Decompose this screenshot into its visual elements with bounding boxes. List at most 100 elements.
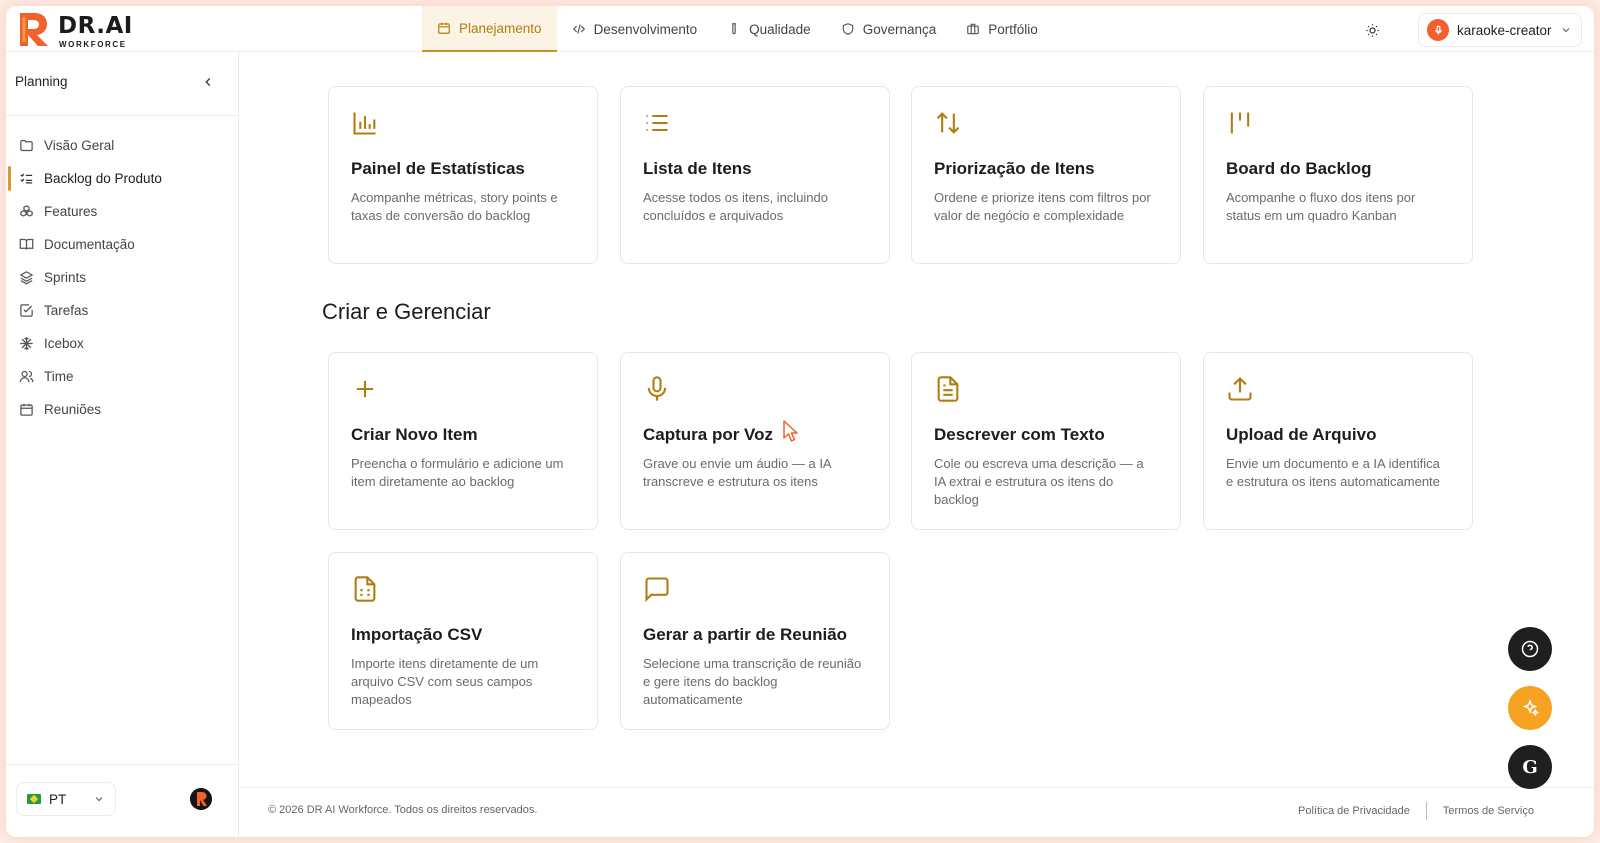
folder-icon: [20, 139, 33, 152]
brand-name: DR.AI: [58, 13, 133, 39]
sidebar-title: Planning: [15, 74, 68, 89]
sidebar-item-label: Backlog do Produto: [44, 171, 162, 186]
sidebar-item-backlog[interactable]: Backlog do Produto: [6, 162, 239, 195]
privacy-link[interactable]: Política de Privacidade: [1298, 805, 1410, 817]
top-bar: DR.AI WORKFORCE Planejamento Desenvolvim…: [6, 6, 1594, 52]
tab-label: Desenvolvimento: [593, 21, 698, 37]
card-board-backlog[interactable]: Board do Backlog Acompanhe o fluxo dos i…: [1203, 86, 1473, 264]
card-description: Grave ou envie um áudio — a IA transcrev…: [643, 456, 831, 489]
sidebar: Planning Visão Geral Backlog do Produto …: [6, 52, 239, 837]
card-description: Acompanhe métricas, story points e taxas…: [351, 190, 558, 223]
app-window: DR.AI WORKFORCE Planejamento Desenvolvim…: [6, 6, 1594, 837]
sidebar-item-documentacao[interactable]: Documentação: [6, 228, 239, 261]
plus-icon: [356, 380, 374, 398]
card-description: Acesse todos os itens, incluindo concluí…: [643, 190, 828, 223]
footer-divider: [1425, 802, 1427, 820]
sidebar-item-label: Time: [44, 369, 74, 384]
list-icon: [646, 114, 668, 132]
file-spreadsheet-icon: [354, 576, 376, 602]
brand-subtitle: WORKFORCE: [59, 40, 127, 49]
mic-icon: [647, 376, 667, 401]
sparkles-icon: [1522, 699, 1539, 717]
test-tube-icon: [732, 23, 736, 35]
card-painel-estatisticas[interactable]: Painel de Estatísticas Acompanhe métrica…: [328, 86, 598, 264]
sidebar-item-features[interactable]: Features: [6, 195, 239, 228]
tab-planejamento[interactable]: Planejamento: [422, 6, 557, 52]
tab-qualidade[interactable]: Qualidade: [712, 6, 826, 52]
boxes-icon: [20, 205, 33, 217]
card-priorizacao-itens[interactable]: Priorização de Itens Ordene e priorize i…: [911, 86, 1181, 264]
square-check-icon: [20, 304, 33, 317]
card-lista-itens[interactable]: Lista de Itens Acesse todos os itens, in…: [620, 86, 890, 264]
card-descrever-texto[interactable]: Descrever com Texto Cole ou escreva uma …: [911, 352, 1181, 530]
sidebar-item-visao-geral[interactable]: Visão Geral: [6, 129, 239, 162]
chevron-down-icon: [1562, 28, 1569, 33]
sidebar-item-reunioes[interactable]: Reuniões: [6, 393, 239, 426]
footer-links: Política de Privacidade Termos de Serviç…: [1298, 802, 1534, 820]
card-captura-voz[interactable]: Captura por Voz Grave ou envie um áudio …: [620, 352, 890, 530]
sidebar-header: Planning: [15, 74, 215, 89]
tab-label: Portfólio: [988, 21, 1038, 37]
sidebar-item-label: Reuniões: [44, 402, 102, 417]
section-title: Criar e Gerenciar: [322, 299, 491, 324]
card-title: Lista de Itens: [643, 159, 752, 178]
calendar-icon: [20, 403, 33, 416]
card-description: Acompanhe o fluxo dos itens por status e…: [1226, 190, 1416, 223]
tab-label: Qualidade: [749, 21, 811, 37]
terms-link[interactable]: Termos de Serviço: [1443, 805, 1534, 817]
sidebar-item-label: Sprints: [44, 270, 87, 285]
card-importacao-csv[interactable]: Importação CSV Importe itens diretamente…: [328, 552, 598, 730]
mouse-cursor-icon: [783, 420, 798, 442]
sidebar-item-label: Tarefas: [44, 303, 89, 318]
avatar[interactable]: [190, 788, 212, 810]
sidebar-item-time[interactable]: Time: [6, 360, 239, 393]
copyright-text: © 2026 DR AI Workforce. Todos os direito…: [268, 804, 538, 816]
card-description: Envie um documento e a IA identifica e e…: [1226, 456, 1440, 489]
message-square-icon: [645, 577, 669, 603]
card-gerar-reuniao[interactable]: Gerar a partir de Reunião Selecione uma …: [620, 552, 890, 730]
card-title: Board do Backlog: [1226, 159, 1372, 178]
card-title: Descrever com Texto: [934, 425, 1105, 444]
card-criar-novo-item[interactable]: Criar Novo Item Preencha o formulário e …: [328, 352, 598, 530]
collapse-sidebar-button[interactable]: [201, 75, 215, 89]
card-title: Gerar a partir de Reunião: [643, 625, 848, 644]
sidebar-item-label: Icebox: [44, 336, 84, 351]
card-title: Upload de Arquivo: [1226, 425, 1377, 444]
card-title: Priorização de Itens: [934, 159, 1095, 178]
kanban-icon: [1230, 112, 1250, 134]
briefcase-icon: [967, 23, 980, 35]
ai-assistant-button[interactable]: [1508, 686, 1552, 730]
card-upload-arquivo[interactable]: Upload de Arquivo Envie um documento e a…: [1203, 352, 1473, 530]
code-icon: [572, 24, 585, 34]
sidebar-item-label: Features: [44, 204, 98, 219]
profile-logo-icon: [190, 788, 212, 810]
mic-icon: [1434, 25, 1442, 35]
sidebar-item-icebox[interactable]: Icebox: [6, 327, 239, 360]
theme-toggle-button[interactable]: [1362, 20, 1382, 40]
help-circle-icon: [1521, 640, 1539, 658]
shield-icon: [842, 23, 853, 35]
card-title: Painel de Estatísticas: [351, 159, 525, 178]
snowflake-icon: [20, 337, 33, 350]
tab-governanca[interactable]: Governança: [826, 6, 952, 52]
sidebar-item-sprints[interactable]: Sprints: [6, 261, 239, 294]
chevron-down-icon: [95, 797, 103, 802]
logo[interactable]: DR.AI WORKFORCE: [16, 10, 136, 50]
users-icon: [19, 370, 34, 383]
user-avatar: [1427, 19, 1449, 41]
card-title: Criar Novo Item: [351, 425, 478, 444]
brazil-flag-icon: [27, 794, 41, 804]
user-menu-button[interactable]: karaoke-creator: [1418, 13, 1582, 47]
card-description: Selecione uma transcrição de reunião e g…: [643, 656, 862, 707]
grammar-extension-button[interactable]: G: [1508, 745, 1552, 789]
sidebar-item-label: Visão Geral: [44, 138, 115, 153]
language-select[interactable]: PT: [16, 782, 116, 816]
tab-portfolio[interactable]: Portfólio: [951, 6, 1053, 52]
help-button[interactable]: [1508, 627, 1552, 671]
sidebar-footer: PT: [6, 764, 239, 837]
user-name: karaoke-creator: [1457, 22, 1552, 38]
card-description: Ordene e priorize itens com filtros por …: [934, 190, 1151, 223]
language-value: PT: [49, 791, 67, 807]
tab-desenvolvimento[interactable]: Desenvolvimento: [557, 6, 713, 52]
sidebar-item-tarefas[interactable]: Tarefas: [6, 294, 239, 327]
